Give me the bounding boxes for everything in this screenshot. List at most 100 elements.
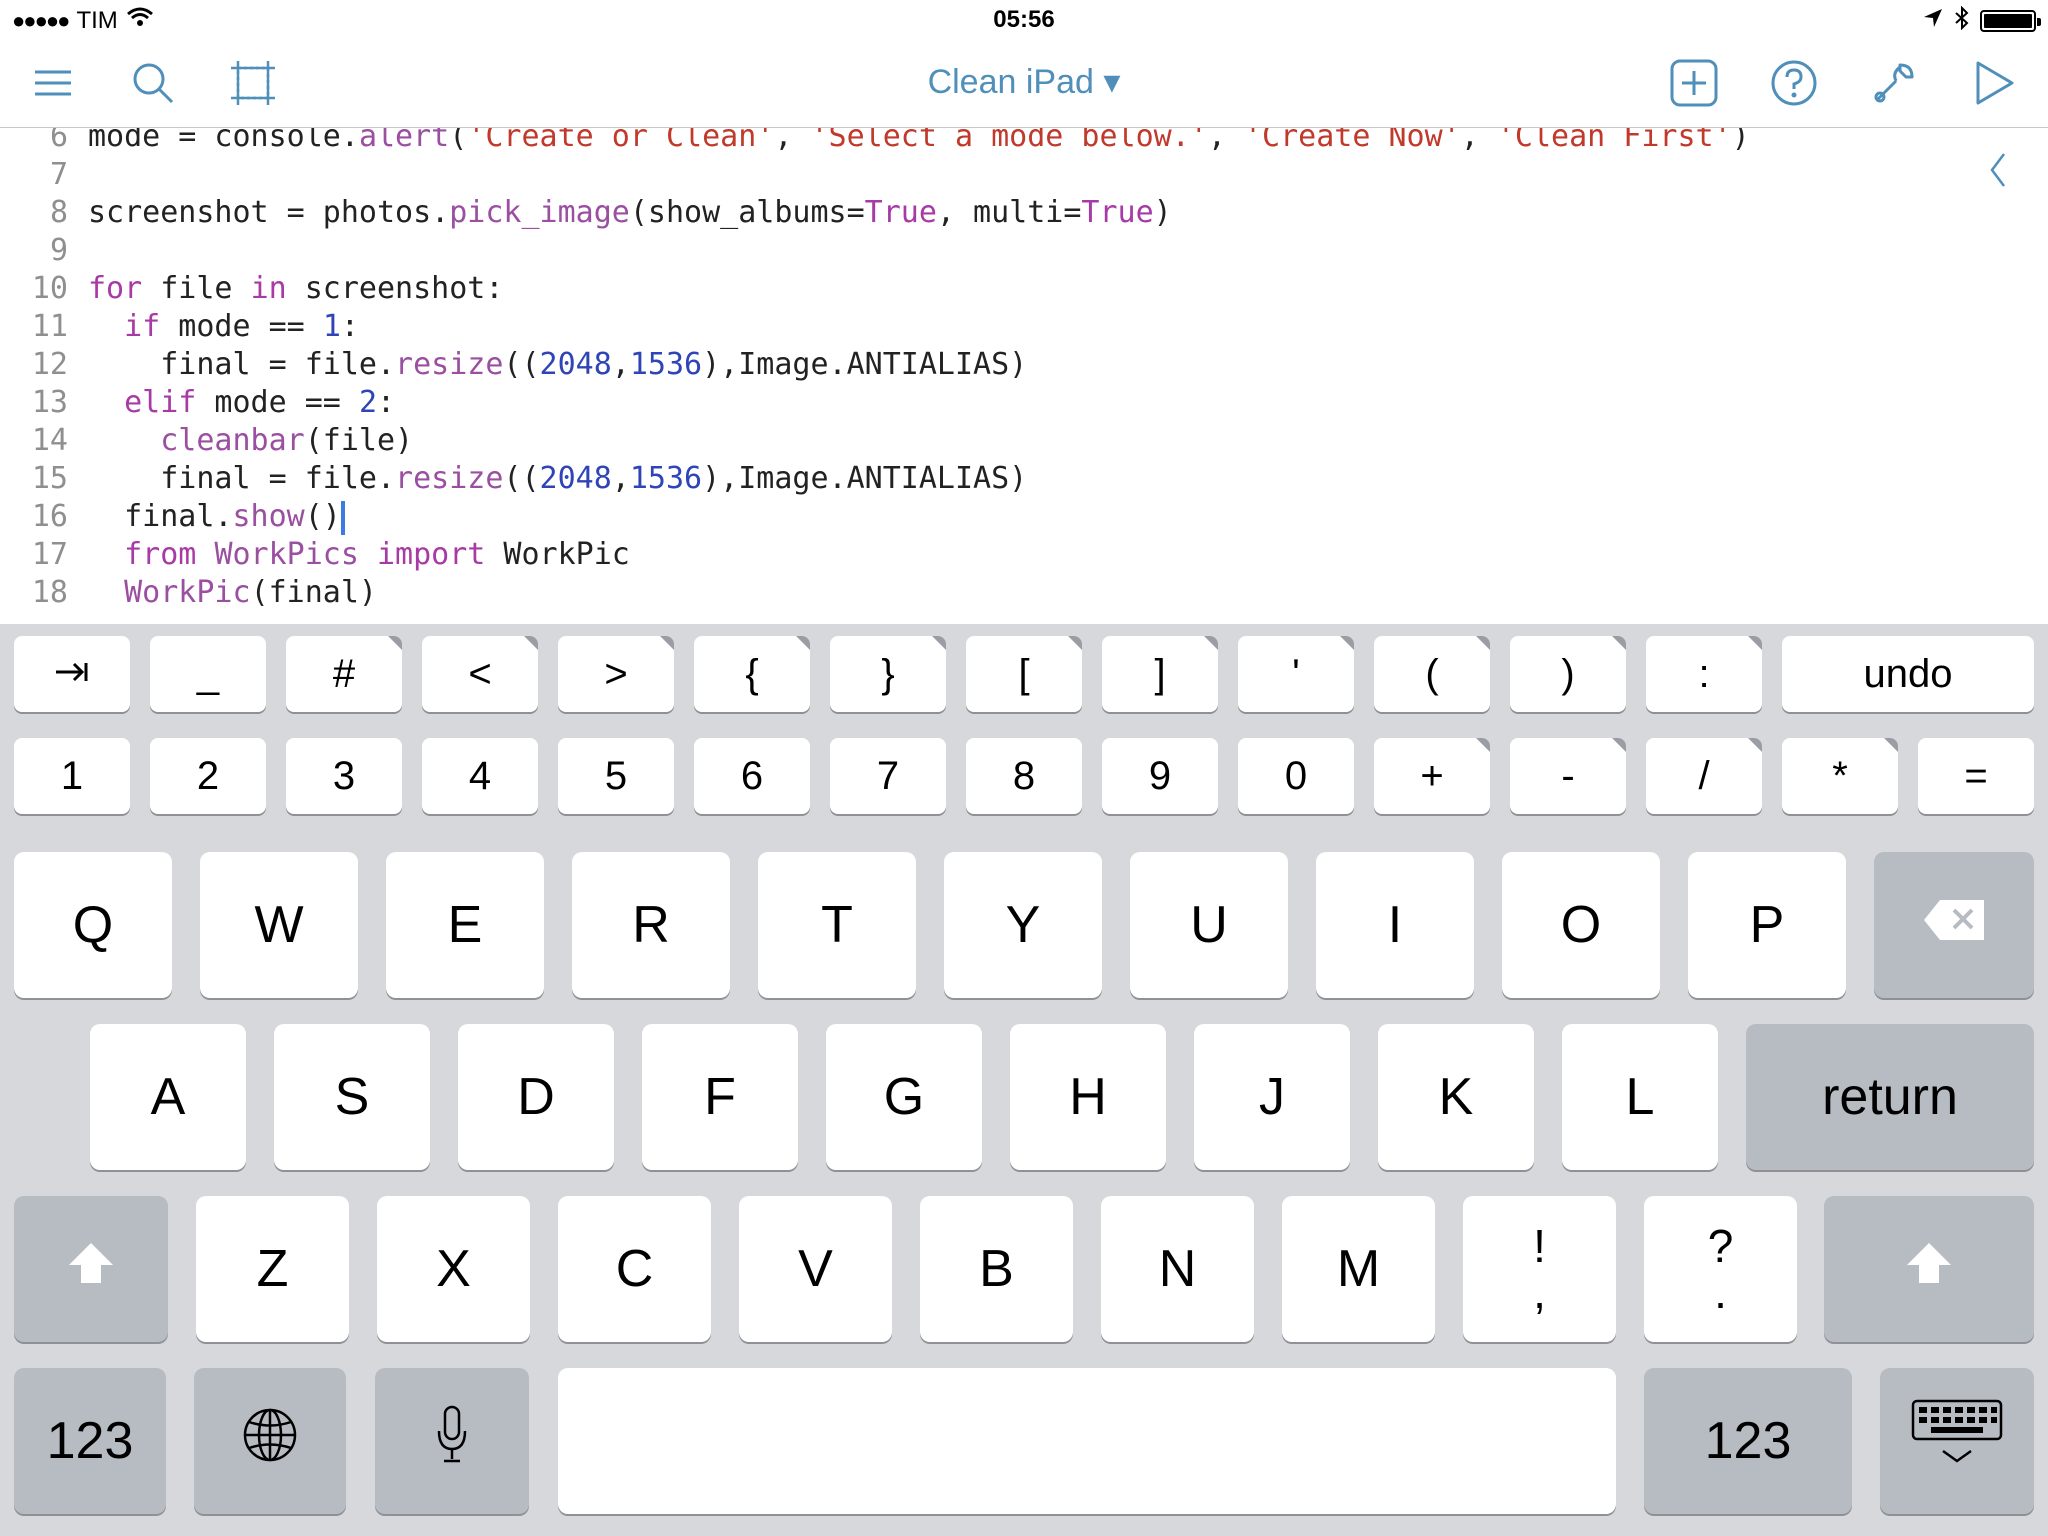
letter-key[interactable]: L (1562, 1024, 1718, 1170)
symbol-key[interactable]: { (694, 636, 810, 712)
number-key[interactable]: = (1918, 738, 2034, 814)
code-text: if mode == 1: (124, 309, 359, 344)
number-key[interactable]: 3 (286, 738, 402, 814)
number-key[interactable]: 6 (694, 738, 810, 814)
add-button[interactable] (1667, 58, 1721, 112)
text-cursor (340, 500, 345, 535)
numbers-key-left[interactable]: 123 (14, 1368, 166, 1514)
code-line[interactable]: 8 screenshot = photos.pick_image(show_alb… (0, 194, 2048, 232)
return-key[interactable]: return (1746, 1024, 2034, 1170)
letter-key[interactable]: K (1378, 1024, 1534, 1170)
letter-key[interactable]: O (1502, 852, 1660, 998)
letter-key[interactable]: D (458, 1024, 614, 1170)
letter-key[interactable]: W (200, 852, 358, 998)
undo-button[interactable]: undo (1782, 636, 2034, 712)
letter-key[interactable]: V (739, 1196, 892, 1342)
letter-key[interactable]: J (1194, 1024, 1350, 1170)
letter-key[interactable]: U (1130, 852, 1288, 998)
punctuation-key[interactable]: !, (1463, 1196, 1616, 1342)
code-editor[interactable]: 6 mode = console.alert('Create or Clean',… (0, 128, 2048, 624)
code-line[interactable]: 13 elif mode == 2: (0, 384, 2048, 422)
code-line[interactable]: 6 mode = console.alert('Create or Clean',… (0, 128, 2048, 156)
letter-key[interactable]: I (1316, 852, 1474, 998)
code-line[interactable]: 16 final.show() (0, 498, 2048, 536)
letter-key[interactable]: A (90, 1024, 246, 1170)
line-number: 7 (49, 157, 68, 192)
letter-key[interactable]: S (274, 1024, 430, 1170)
symbol-key[interactable]: ] (1102, 636, 1218, 712)
letter-key[interactable]: F (642, 1024, 798, 1170)
shift-icon (1903, 1239, 1955, 1300)
number-key[interactable]: / (1646, 738, 1762, 814)
backspace-key[interactable] (1874, 852, 2034, 998)
letter-key[interactable]: E (386, 852, 544, 998)
letter-key[interactable]: G (826, 1024, 982, 1170)
letter-key[interactable]: C (558, 1196, 711, 1342)
code-line[interactable]: 18 WorkPic(final) (0, 574, 2048, 612)
wrench-icon (1870, 59, 1918, 112)
document-title[interactable]: Clean iPad ▾ (0, 62, 2048, 102)
letter-key[interactable]: Q (14, 852, 172, 998)
code-line[interactable]: 15 final = file.resize((2048,1536),Image… (0, 460, 2048, 498)
number-key[interactable]: 9 (1102, 738, 1218, 814)
help-icon (1770, 59, 1818, 112)
bluetooth-icon (1954, 5, 1970, 36)
space-bar[interactable] (558, 1368, 1616, 1514)
letter-key[interactable]: Z (196, 1196, 349, 1342)
symbol-key[interactable]: # (286, 636, 402, 712)
letter-key[interactable]: T (758, 852, 916, 998)
number-key[interactable]: 2 (150, 738, 266, 814)
number-key[interactable]: 1 (14, 738, 130, 814)
symbol-key[interactable]: [ (966, 636, 1082, 712)
symbol-key[interactable]: ( (1374, 636, 1490, 712)
code-line[interactable]: 9 (0, 232, 2048, 270)
numbers-key-right[interactable]: 123 (1644, 1368, 1852, 1514)
letter-key[interactable]: R (572, 852, 730, 998)
number-key[interactable]: 4 (422, 738, 538, 814)
letter-key[interactable]: X (377, 1196, 530, 1342)
symbol-key[interactable]: > (558, 636, 674, 712)
line-number: 13 (31, 385, 68, 420)
number-key[interactable]: - (1510, 738, 1626, 814)
symbol-key[interactable]: } (830, 636, 946, 712)
code-line[interactable]: 11 if mode == 1: (0, 308, 2048, 346)
hide-keyboard-key[interactable] (1880, 1368, 2034, 1514)
number-key[interactable]: + (1374, 738, 1490, 814)
symbol-key[interactable]: : (1646, 636, 1762, 712)
settings-button[interactable] (1867, 58, 1921, 112)
run-button[interactable] (1967, 58, 2021, 112)
symbol-key[interactable]: ) (1510, 636, 1626, 712)
symbol-key[interactable]: < (422, 636, 538, 712)
letter-key[interactable]: N (1101, 1196, 1254, 1342)
number-key[interactable]: 8 (966, 738, 1082, 814)
symbol-key[interactable]: _ (150, 636, 266, 712)
help-button[interactable] (1767, 58, 1821, 112)
letter-key[interactable]: H (1010, 1024, 1166, 1170)
number-key[interactable]: * (1782, 738, 1898, 814)
globe-key[interactable] (194, 1368, 346, 1514)
shift-key-left[interactable] (14, 1196, 168, 1342)
shift-key-right[interactable] (1824, 1196, 2034, 1342)
dictation-key[interactable] (375, 1368, 529, 1514)
code-line[interactable]: 14 cleanbar(file) (0, 422, 2048, 460)
code-line[interactable]: 7 (0, 156, 2048, 194)
letter-key[interactable]: M (1282, 1196, 1435, 1342)
battery-icon (1980, 10, 2041, 32)
letter-key[interactable]: Y (944, 852, 1102, 998)
symbol-key[interactable]: ' (1238, 636, 1354, 712)
code-text: screenshot = photos.pick_image(show_albu… (88, 195, 1172, 230)
number-key[interactable]: 5 (558, 738, 674, 814)
letter-key[interactable]: P (1688, 852, 1846, 998)
code-line[interactable]: 10 for file in screenshot: (0, 270, 2048, 308)
code-text: cleanbar(file) (160, 423, 414, 458)
code-text: for file in screenshot: (88, 271, 504, 306)
punctuation-key[interactable]: ?. (1644, 1196, 1797, 1342)
code-text: final = file.resize((2048,1536),Image.AN… (88, 347, 1028, 382)
code-line[interactable]: 12 final = file.resize((2048,1536),Image… (0, 346, 2048, 384)
number-key[interactable]: 7 (830, 738, 946, 814)
letter-key[interactable]: B (920, 1196, 1073, 1342)
tab-key[interactable] (14, 636, 130, 712)
line-number: 16 (31, 499, 68, 534)
number-key[interactable]: 0 (1238, 738, 1354, 814)
code-line[interactable]: 17 from WorkPics import WorkPic (0, 536, 2048, 574)
